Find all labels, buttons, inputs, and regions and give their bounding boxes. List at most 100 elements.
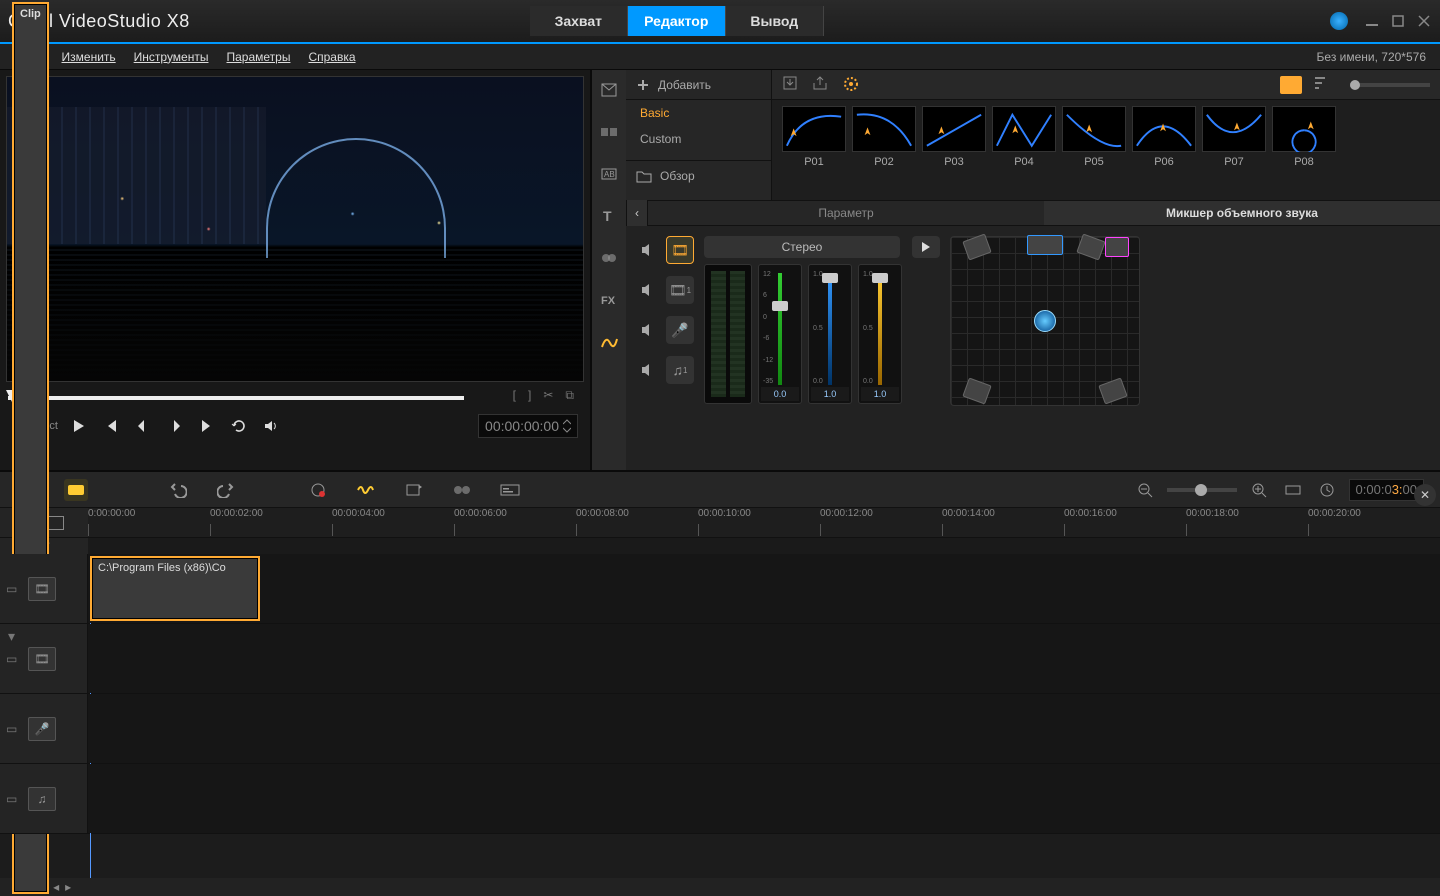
zoom-out-button[interactable]: [1133, 479, 1157, 501]
cat-text-icon[interactable]: T: [597, 204, 621, 228]
fader-main[interactable]: 1260-6-12-35 0.0: [758, 264, 802, 404]
fader-center[interactable]: 1.00.50.0 1.0: [808, 264, 852, 404]
timeline-zoom-slider[interactable]: [1167, 488, 1237, 492]
menu-edit[interactable]: Изменить: [62, 50, 116, 64]
track-body-music[interactable]: [88, 764, 1440, 833]
fader-sub[interactable]: 1.00.50.0 1.0: [858, 264, 902, 404]
timeline-clip[interactable]: C:\Program Files (x86)\Co: [90, 556, 260, 621]
track-expand-button[interactable]: ▾: [8, 628, 15, 645]
project-duration-icon[interactable]: [1315, 479, 1339, 501]
tab-parameter[interactable]: Параметр: [648, 201, 1044, 225]
track-head-music[interactable]: ▭ ♫: [0, 764, 88, 833]
globe-icon[interactable]: [1330, 12, 1348, 30]
timeline-timecode[interactable]: 0:00:03:00: [1349, 479, 1424, 501]
import-icon[interactable]: [782, 75, 802, 95]
auto-music-button[interactable]: [402, 479, 426, 501]
menu-help[interactable]: Справка: [308, 50, 355, 64]
scroll-right-button[interactable]: ▸: [65, 880, 71, 894]
preset-thumb[interactable]: [922, 106, 986, 152]
speaker-icon[interactable]: [640, 321, 658, 339]
cat-transition-icon[interactable]: [597, 120, 621, 144]
undo-button[interactable]: [166, 479, 190, 501]
tab-surround-mixer[interactable]: Микшер объемного звука: [1044, 201, 1440, 225]
mode-tab-output[interactable]: Вывод: [726, 6, 824, 36]
export-icon[interactable]: [812, 75, 832, 95]
subtitle-button[interactable]: [498, 479, 522, 501]
cat-fx-icon[interactable]: FX: [597, 288, 621, 312]
preset-thumb[interactable]: [992, 106, 1056, 152]
track-visibility-icon[interactable]: ▭: [6, 652, 22, 666]
folder-custom[interactable]: Custom: [626, 126, 771, 152]
mark-in-icon[interactable]: [: [513, 388, 516, 403]
scroll-left-button[interactable]: ◂: [53, 880, 59, 894]
menu-params[interactable]: Параметры: [226, 50, 290, 64]
track-visibility-icon[interactable]: ▭: [6, 722, 22, 736]
track-visibility-icon[interactable]: ▭: [6, 792, 22, 806]
maximize-icon[interactable]: [1390, 13, 1406, 29]
zoom-in-button[interactable]: [1247, 479, 1271, 501]
surround-pan-grid[interactable]: [950, 236, 1140, 406]
mode-tab-editor[interactable]: Редактор: [628, 6, 726, 36]
volume-button[interactable]: [260, 415, 282, 437]
track-body-overlay[interactable]: [88, 624, 1440, 693]
preview-timecode[interactable]: 00:00:00:00: [478, 414, 578, 438]
panel-collapse-button[interactable]: ‹: [626, 200, 648, 226]
go-start-button[interactable]: [100, 415, 122, 437]
preset-thumb[interactable]: [1132, 106, 1196, 152]
chapter-button[interactable]: [450, 479, 474, 501]
track-body-video[interactable]: C:\Program Files (x86)\Co: [88, 554, 1440, 623]
step-back-button[interactable]: [132, 415, 154, 437]
sort-icon[interactable]: [1312, 75, 1332, 95]
go-end-button[interactable]: [196, 415, 218, 437]
preset-thumb[interactable]: [1062, 106, 1126, 152]
stepper-icon[interactable]: [563, 419, 571, 433]
gear-icon[interactable]: [842, 75, 862, 95]
speaker-icon[interactable]: [640, 241, 658, 259]
mark-out-icon[interactable]: ]: [528, 388, 531, 403]
step-fwd-button[interactable]: [164, 415, 186, 437]
browse-button[interactable]: Обзор: [626, 160, 771, 190]
speaker-icon[interactable]: [640, 281, 658, 299]
loop-button[interactable]: [228, 415, 250, 437]
track-select-music[interactable]: ♫1: [666, 356, 694, 384]
add-folder-button[interactable]: Добавить: [626, 70, 771, 100]
project-clip-toggle[interactable]: Project Clip: [12, 420, 58, 432]
speaker-icon[interactable]: [640, 361, 658, 379]
track-visibility-icon[interactable]: ▭: [6, 582, 22, 596]
timeline-scroll[interactable]: ⇲+ ◂ ▸: [0, 878, 1440, 896]
close-icon[interactable]: [1416, 13, 1432, 29]
snapshot-icon[interactable]: ⧉: [565, 388, 574, 403]
cat-path-icon[interactable]: [597, 330, 621, 354]
menu-tools[interactable]: Инструменты: [134, 50, 209, 64]
preview-video[interactable]: [6, 76, 584, 382]
record-button[interactable]: [306, 479, 330, 501]
cat-title-icon[interactable]: AB: [597, 162, 621, 186]
timeline-ruler[interactable]: 0:00:00:0000:00:02:0000:00:04:0000:00:06…: [88, 508, 1440, 537]
track-head-video[interactable]: ▭ 🎞: [0, 554, 88, 623]
thumbnail-view-button[interactable]: [1280, 76, 1302, 94]
scrub-bar[interactable]: [ ] ✂ ⧉: [6, 388, 584, 406]
track-head-voice[interactable]: ▭ 🎤: [0, 694, 88, 763]
panel-close-button[interactable]: ✕: [1414, 484, 1436, 506]
mode-tab-capture[interactable]: Захват: [530, 6, 628, 36]
preset-thumb[interactable]: [1202, 106, 1266, 152]
play-button[interactable]: [68, 415, 90, 437]
redo-button[interactable]: [214, 479, 238, 501]
track-select-video[interactable]: 🎞: [666, 236, 694, 264]
preset-thumb[interactable]: [782, 106, 846, 152]
mixer-play-button[interactable]: [912, 236, 940, 258]
preset-thumb[interactable]: [1272, 106, 1336, 152]
track-select-voice[interactable]: 🎤: [666, 316, 694, 344]
surround-position-handle[interactable]: [1034, 310, 1056, 332]
track-select-overlay[interactable]: 🎞1: [666, 276, 694, 304]
fit-project-button[interactable]: [1281, 479, 1305, 501]
track-body-voice[interactable]: [88, 694, 1440, 763]
thumbnail-zoom-slider[interactable]: [1350, 83, 1430, 87]
timeline-view-button[interactable]: [64, 479, 88, 501]
preset-thumb[interactable]: [852, 106, 916, 152]
cut-icon[interactable]: ✂: [543, 388, 553, 403]
cat-graphic-icon[interactable]: [597, 246, 621, 270]
minimize-icon[interactable]: [1364, 13, 1380, 29]
cat-media-icon[interactable]: [597, 78, 621, 102]
folder-basic[interactable]: Basic: [626, 100, 771, 126]
